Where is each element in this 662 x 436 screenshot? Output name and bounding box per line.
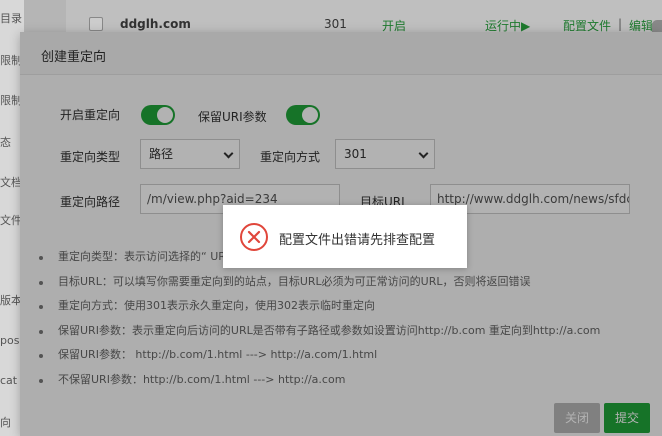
sidebar-item[interactable]: cat [0,374,17,387]
sidebar-item[interactable]: 限制 [0,52,22,68]
link-separator: | [618,17,623,31]
sidebar-item[interactable]: 态 [0,134,11,150]
sidebar-item[interactable]: 文件 [0,212,22,228]
sidebar-item[interactable]: 限制 [0,92,22,108]
row-checkbox[interactable] [89,17,103,31]
toast-message: 配置文件出错请先排查配置 [279,233,436,248]
error-circle-x-icon [240,223,268,251]
sidebar-item[interactable]: pos [0,334,19,347]
code-cell: 301 [324,17,347,31]
sidebar-item[interactable]: 版本 [0,292,22,308]
sidebar-item[interactable]: 文档 [0,174,22,190]
domain-cell: ddglh.com [120,17,191,31]
error-toast: 配置文件出错请先排查配置 [223,205,467,268]
sidebar-item[interactable]: 向 [0,414,11,430]
table-row: ddglh.com 301 开启 运行中▶ 配置文件 | 编辑 [66,0,662,34]
sidebar-item[interactable]: 目录 [0,10,22,26]
